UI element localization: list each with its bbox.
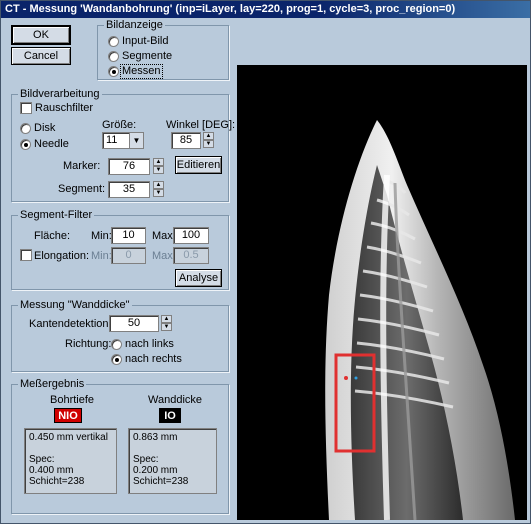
edge-detection-label: Kantendetektion: bbox=[29, 318, 112, 330]
angle-label: Winkel [DEG]: bbox=[166, 119, 236, 131]
area-label: Fläche: bbox=[34, 230, 71, 242]
bohrtiefe-status-badge: NIO bbox=[54, 408, 82, 423]
radio-input-bild[interactable] bbox=[108, 36, 119, 47]
wanddicke-label: Wanddicke bbox=[148, 394, 203, 406]
elongation-checkbox[interactable] bbox=[20, 249, 32, 261]
edit-button[interactable]: Editieren bbox=[175, 156, 222, 174]
radio-nach-links[interactable] bbox=[111, 339, 122, 350]
stepper-up-icon[interactable]: ▲ bbox=[153, 158, 164, 166]
chevron-down-icon: ▼ bbox=[129, 133, 143, 148]
ct-image-view[interactable] bbox=[237, 65, 527, 520]
wanddicke-result-box: 0.863 mm Spec: 0.200 mm Schicht=238 bbox=[128, 428, 217, 494]
ok-button[interactable]: OK bbox=[11, 25, 71, 45]
angle-input[interactable]: 85 bbox=[171, 132, 201, 149]
messergebnis-group-label: Meßergebnis bbox=[18, 377, 87, 391]
stepper-down-icon[interactable]: ▼ bbox=[153, 166, 164, 174]
area-min-label: Min: bbox=[91, 230, 112, 242]
direction-label: Richtung: bbox=[65, 338, 112, 350]
radio-segmente-label: Segmente bbox=[122, 50, 173, 62]
elongation-min-label: Min: bbox=[91, 250, 112, 262]
radio-nach-rechts[interactable] bbox=[111, 354, 122, 365]
measurement-marker bbox=[344, 376, 348, 380]
marker-input[interactable]: 76 bbox=[108, 158, 150, 175]
elongation-label: Elongation: bbox=[34, 250, 90, 262]
edge-detection-stepper[interactable]: ▲ ▼ bbox=[161, 315, 172, 332]
segment-label: Segment: bbox=[58, 183, 106, 195]
segment-input[interactable]: 35 bbox=[108, 181, 150, 198]
elongation-min-input[interactable]: 0 bbox=[111, 247, 146, 264]
bildanzeige-group-label: Bildanzeige bbox=[104, 18, 165, 32]
radio-needle-label: Needle bbox=[34, 138, 69, 150]
measurement-marker bbox=[354, 376, 358, 380]
stepper-down-icon[interactable]: ▼ bbox=[161, 323, 172, 331]
bohrtiefe-result-box: 0.450 mm vertikal Spec: 0.400 mm Schicht… bbox=[24, 428, 117, 494]
wanddicke-status-badge: IO bbox=[159, 408, 181, 423]
elongation-max-input[interactable]: 0.5 bbox=[173, 247, 209, 264]
stepper-up-icon[interactable]: ▲ bbox=[161, 315, 172, 323]
radio-nach-links-label: nach links bbox=[125, 338, 174, 350]
angle-stepper[interactable]: ▲ ▼ bbox=[203, 132, 214, 149]
bohrtiefe-label: Bohrtiefe bbox=[50, 394, 95, 406]
analyse-button[interactable]: Analyse bbox=[175, 269, 222, 287]
area-max-input[interactable]: 100 bbox=[173, 227, 209, 244]
rauschfilter-checkbox[interactable] bbox=[20, 102, 32, 114]
stepper-down-icon[interactable]: ▼ bbox=[203, 140, 214, 148]
segment-stepper[interactable]: ▲ ▼ bbox=[153, 181, 164, 198]
size-select[interactable]: 11 ▼ bbox=[102, 132, 144, 149]
bildverarbeitung-group-label: Bildverarbeitung bbox=[18, 87, 102, 101]
size-label: Größe: bbox=[102, 119, 137, 131]
size-select-value: 11 bbox=[106, 134, 118, 146]
window-title: CT - Messung 'Wandanbohrung' (inp=iLayer… bbox=[1, 1, 530, 18]
radio-nach-rechts-label: nach rechts bbox=[125, 353, 182, 365]
cancel-button[interactable]: Cancel bbox=[11, 47, 71, 65]
rauschfilter-label: Rauschfilter bbox=[35, 102, 94, 114]
ct-scan-image bbox=[325, 120, 515, 520]
radio-segmente[interactable] bbox=[108, 51, 119, 62]
edge-detection-input[interactable]: 50 bbox=[109, 315, 159, 332]
radio-disk[interactable] bbox=[20, 123, 31, 134]
messung-group-label: Messung "Wanddicke" bbox=[18, 298, 132, 312]
marker-label: Marker: bbox=[63, 160, 101, 172]
stepper-down-icon[interactable]: ▼ bbox=[153, 189, 164, 197]
stepper-up-icon[interactable]: ▲ bbox=[203, 132, 214, 140]
radio-messen-label: Messen bbox=[120, 64, 163, 79]
radio-input-bild-label: Input-Bild bbox=[122, 35, 169, 47]
dialog-window: CT - Messung 'Wandanbohrung' (inp=iLayer… bbox=[0, 0, 531, 524]
radio-needle[interactable] bbox=[20, 139, 31, 150]
radio-messen[interactable] bbox=[108, 66, 119, 77]
stepper-up-icon[interactable]: ▲ bbox=[153, 181, 164, 189]
marker-stepper[interactable]: ▲ ▼ bbox=[153, 158, 164, 175]
radio-disk-label: Disk bbox=[34, 122, 56, 134]
area-min-input[interactable]: 10 bbox=[111, 227, 146, 244]
segment-filter-group-label: Segment-Filter bbox=[18, 208, 95, 222]
